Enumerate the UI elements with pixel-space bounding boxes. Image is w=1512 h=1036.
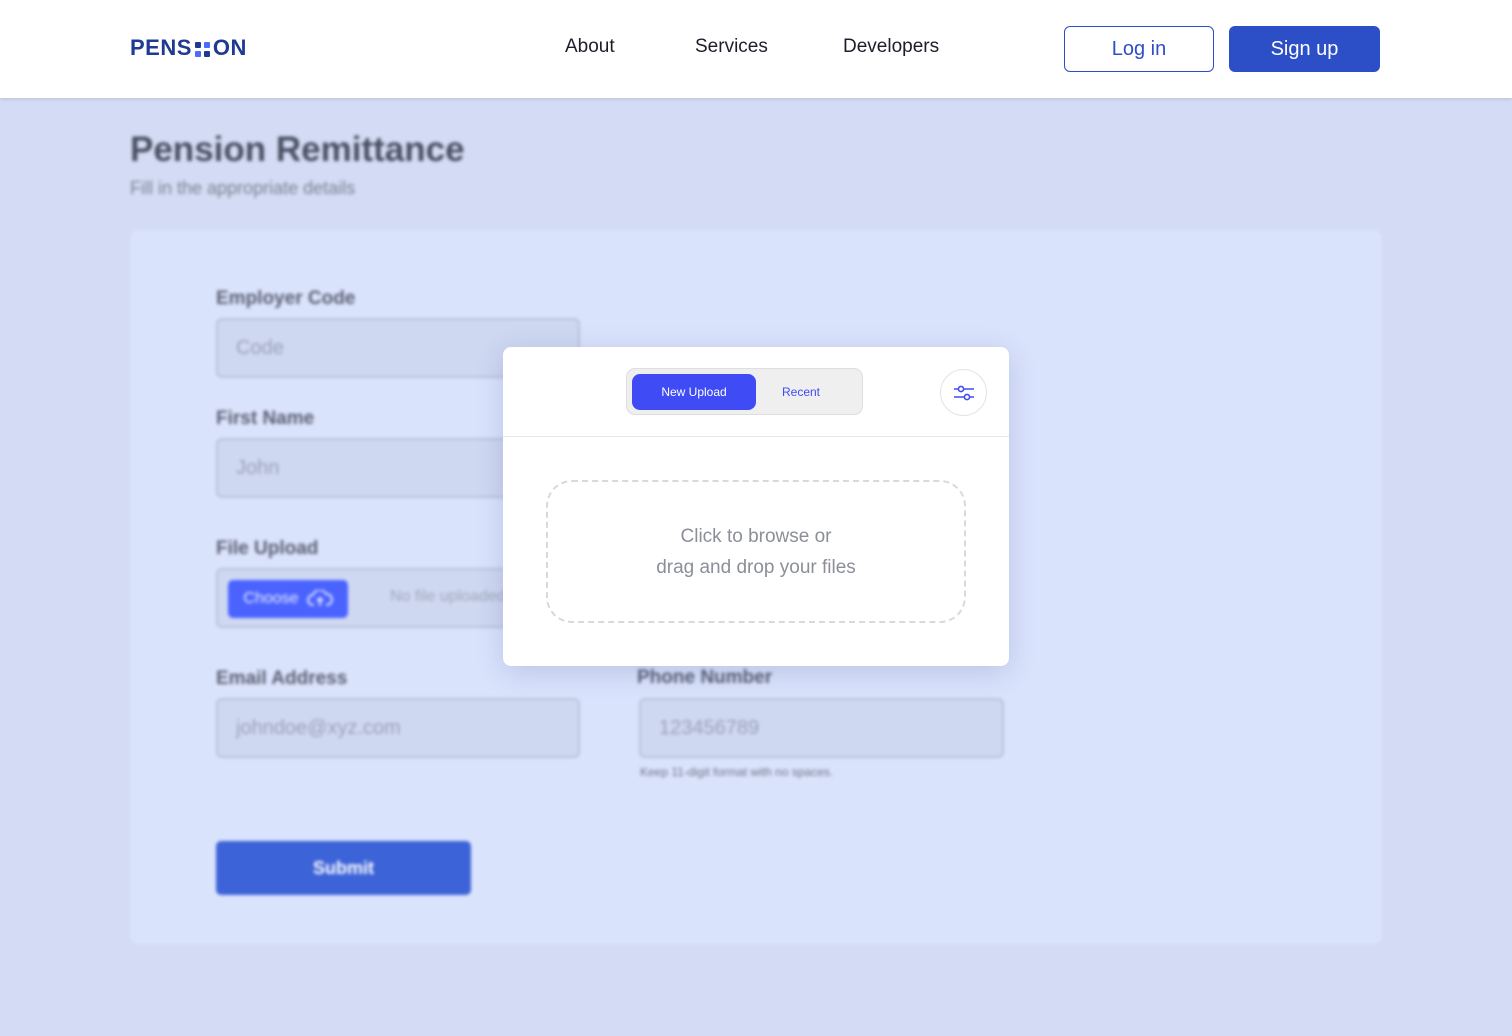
submit-button[interactable]: Submit	[216, 841, 471, 895]
file-upload-label: File Upload	[216, 538, 319, 559]
tab-recent[interactable]: Recent	[744, 374, 858, 410]
logo-dots-icon	[194, 41, 210, 57]
file-status-text: No file uploaded	[390, 588, 506, 605]
choose-file-button[interactable]: Choose	[228, 580, 348, 618]
modal-header: New Upload Recent	[503, 347, 1009, 437]
tab-new-upload[interactable]: New Upload	[632, 374, 756, 410]
choose-label: Choose	[243, 590, 299, 607]
login-button[interactable]: Log in	[1064, 26, 1214, 72]
email-label: Email Address	[216, 668, 348, 689]
file-dropzone[interactable]: Click to browse or drag and drop your fi…	[546, 480, 966, 623]
upload-modal: New Upload Recent Click to browse or dra…	[503, 347, 1009, 666]
upload-tab-switcher: New Upload Recent	[626, 368, 863, 415]
dropzone-line-2: drag and drop your files	[656, 556, 856, 578]
page-subtitle: Fill in the appropriate details	[130, 178, 356, 198]
top-navbar: PENS ON About Services Developers Log in…	[0, 0, 1512, 98]
page-title: Pension Remittance	[130, 130, 465, 169]
employer-code-label: Employer Code	[216, 288, 356, 309]
phone-input[interactable]: 123456789	[639, 698, 1004, 758]
dropzone-line-1: Click to browse or	[680, 525, 832, 547]
email-input[interactable]: johndoe@xyz.com	[216, 698, 580, 758]
pension-logo[interactable]: PENS ON	[130, 35, 247, 61]
phone-hint: Keep 11-digit format with no spaces.	[640, 765, 834, 779]
logo-text-left: PENS	[130, 35, 192, 60]
nav-services[interactable]: Services	[695, 36, 768, 58]
logo-text-right: ON	[212, 35, 247, 60]
phone-label: Phone Number	[637, 667, 773, 688]
nav-developers[interactable]: Developers	[843, 36, 939, 58]
cloud-upload-icon	[306, 590, 333, 606]
sliders-icon	[953, 385, 974, 400]
nav-about[interactable]: About	[565, 36, 615, 58]
filter-button[interactable]	[940, 369, 987, 416]
signup-button[interactable]: Sign up	[1229, 26, 1380, 72]
first-name-label: First Name	[216, 408, 315, 429]
